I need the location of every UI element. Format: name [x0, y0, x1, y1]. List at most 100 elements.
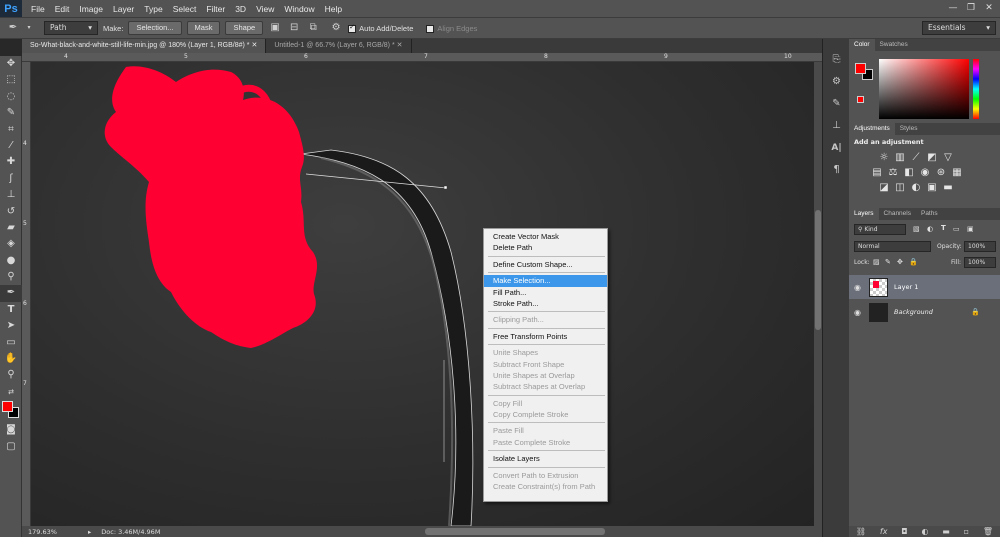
- hue-saturation-icon[interactable]: ▤: [871, 167, 883, 179]
- menu-select[interactable]: Select: [168, 4, 202, 14]
- tool-preset-chevron-icon[interactable]: ▾: [25, 21, 33, 35]
- filter-adjustment-icon[interactable]: ◐: [927, 225, 933, 233]
- filter-shape-icon[interactable]: ▭: [953, 225, 960, 233]
- filter-smart-object-icon[interactable]: ▣: [967, 225, 974, 233]
- link-layers-icon[interactable]: ⛓: [856, 527, 866, 536]
- rectangle-tool-icon[interactable]: ▭: [0, 335, 22, 351]
- brush-panel-icon[interactable]: ✎: [823, 93, 850, 115]
- tab-layers[interactable]: Layers: [849, 208, 879, 220]
- workspace-dropdown[interactable]: Essentials ▾: [922, 21, 996, 35]
- path-selection-tool-icon[interactable]: ➤: [0, 318, 22, 334]
- dodge-tool-icon[interactable]: ⚲: [0, 269, 22, 285]
- eye-icon[interactable]: ◉: [849, 283, 866, 292]
- photo-filter-icon[interactable]: ◉: [919, 167, 931, 179]
- menu-layer[interactable]: Layer: [108, 4, 139, 14]
- auto-add-delete-option[interactable]: Auto Add/Delete: [348, 23, 413, 33]
- tab-color[interactable]: Color: [849, 39, 875, 51]
- menu-item-stroke-path[interactable]: Stroke Path...: [484, 298, 607, 309]
- color-balance-icon[interactable]: ⚖: [887, 167, 899, 179]
- foreground-color-swatch[interactable]: [855, 63, 866, 74]
- lock-all-icon[interactable]: 🔒: [909, 258, 918, 266]
- make-mask-button[interactable]: Mask: [186, 21, 221, 35]
- crop-tool-icon[interactable]: ⌗: [0, 122, 22, 138]
- eyedropper-tool-icon[interactable]: ⁄: [0, 138, 22, 154]
- align-edges-checkbox[interactable]: [426, 25, 435, 33]
- marquee-tool-icon[interactable]: ⬚: [0, 72, 22, 88]
- add-mask-icon[interactable]: ◘: [901, 527, 907, 536]
- lock-pixels-icon[interactable]: ✎: [885, 258, 891, 266]
- levels-icon[interactable]: ▥: [894, 152, 906, 164]
- type-tool-icon[interactable]: T: [0, 302, 22, 318]
- lasso-tool-icon[interactable]: ◌: [0, 89, 22, 105]
- menu-item-isolate-layers[interactable]: Isolate Layers: [484, 453, 607, 464]
- foreground-color-swatch[interactable]: [2, 401, 13, 413]
- filter-type-icon[interactable]: T: [941, 224, 946, 232]
- menu-help[interactable]: Help: [320, 4, 347, 14]
- menu-item-make-selection[interactable]: Make Selection...: [484, 275, 607, 287]
- gear-icon[interactable]: ⚙: [329, 21, 343, 35]
- zoom-tool-icon[interactable]: ⚲: [0, 367, 22, 383]
- posterize-icon[interactable]: ◫: [894, 182, 906, 194]
- character-panel-icon[interactable]: A|: [823, 137, 850, 159]
- color-swatches[interactable]: [0, 400, 22, 422]
- path-operations-icon[interactable]: ▣: [268, 21, 282, 35]
- eye-icon[interactable]: ◉: [849, 308, 866, 317]
- tab-styles[interactable]: Styles: [895, 123, 923, 135]
- make-selection-button[interactable]: Selection...: [128, 21, 182, 35]
- menu-image[interactable]: Image: [74, 4, 108, 14]
- paint-bucket-tool-icon[interactable]: ◈: [0, 236, 22, 252]
- brush-tool-icon[interactable]: ʃ: [0, 171, 22, 187]
- vibrance-icon[interactable]: ▽: [942, 152, 954, 164]
- tab-channels[interactable]: Channels: [879, 208, 916, 220]
- layer-style-icon[interactable]: fx: [880, 527, 888, 536]
- color-lookup-icon[interactable]: ▦: [951, 167, 963, 179]
- document-canvas[interactable]: [31, 62, 814, 526]
- menu-edit[interactable]: Edit: [50, 4, 75, 14]
- lock-transparency-icon[interactable]: ▨: [873, 258, 880, 266]
- menu-view[interactable]: View: [251, 4, 279, 14]
- pen-mode-dropdown[interactable]: Path ▾: [44, 21, 98, 35]
- menu-item-define-custom-shape[interactable]: Define Custom Shape...: [484, 259, 607, 270]
- eraser-tool-icon[interactable]: ▰: [0, 220, 22, 236]
- menu-filter[interactable]: Filter: [201, 4, 230, 14]
- threshold-icon[interactable]: ◐: [910, 182, 922, 194]
- quick-mask-icon[interactable]: ◙: [0, 422, 22, 438]
- hue-slider[interactable]: [973, 59, 979, 119]
- pen-tool-icon[interactable]: ✒: [0, 285, 22, 302]
- invert-icon[interactable]: ◪: [878, 182, 890, 194]
- tab-adjustments[interactable]: Adjustments: [849, 123, 895, 135]
- layer-filter-dropdown[interactable]: ⚲ Kind: [854, 224, 906, 235]
- pen-tool-icon[interactable]: ✒: [6, 21, 20, 35]
- exposure-icon[interactable]: ◩: [926, 152, 938, 164]
- history-panel-icon[interactable]: ⎘: [823, 49, 850, 71]
- opacity-input[interactable]: 100%: [964, 241, 996, 252]
- healing-brush-tool-icon[interactable]: ✚: [0, 154, 22, 170]
- tab-swatches[interactable]: Swatches: [875, 39, 913, 51]
- document-tab-active[interactable]: So-What-black-and-white-still-life-min.j…: [22, 39, 267, 53]
- menu-item-create-vector-mask[interactable]: Create Vector Mask: [484, 231, 607, 242]
- new-layer-icon[interactable]: ▫: [964, 527, 969, 536]
- channel-mixer-icon[interactable]: ⊛: [935, 167, 947, 179]
- menu-3d[interactable]: 3D: [230, 4, 251, 14]
- history-brush-tool-icon[interactable]: ↺: [0, 204, 22, 220]
- document-tab-untitled[interactable]: Untitled-1 @ 66.7% (Layer 6, RGB/8) * ✕: [266, 39, 412, 53]
- hand-tool-icon[interactable]: ✋: [0, 351, 22, 367]
- trash-icon[interactable]: 🗑: [983, 527, 993, 536]
- clone-stamp-tool-icon[interactable]: ⊥: [0, 187, 22, 203]
- horizontal-scrollbar-thumb[interactable]: [425, 528, 605, 535]
- vertical-scrollbar-thumb[interactable]: [815, 210, 821, 330]
- selective-color-icon[interactable]: ▣: [926, 182, 938, 194]
- zoom-level[interactable]: 179.63%: [28, 528, 78, 536]
- auto-add-delete-checkbox[interactable]: [348, 23, 357, 33]
- minimize-button[interactable]: —: [944, 0, 962, 17]
- fill-input[interactable]: 100%: [964, 257, 996, 268]
- gradient-map-icon[interactable]: ▬: [942, 182, 954, 194]
- close-button[interactable]: ✕: [980, 0, 998, 17]
- blur-tool-icon[interactable]: ●: [0, 253, 22, 269]
- menu-file[interactable]: File: [26, 4, 50, 14]
- layer-row-layer-1[interactable]: ◉ Layer 1: [849, 275, 1000, 299]
- menu-window[interactable]: Window: [279, 4, 319, 14]
- maximize-button[interactable]: ❐: [962, 0, 980, 17]
- layer-name[interactable]: Layer 1: [894, 283, 918, 291]
- lock-position-icon[interactable]: ✥: [897, 258, 903, 266]
